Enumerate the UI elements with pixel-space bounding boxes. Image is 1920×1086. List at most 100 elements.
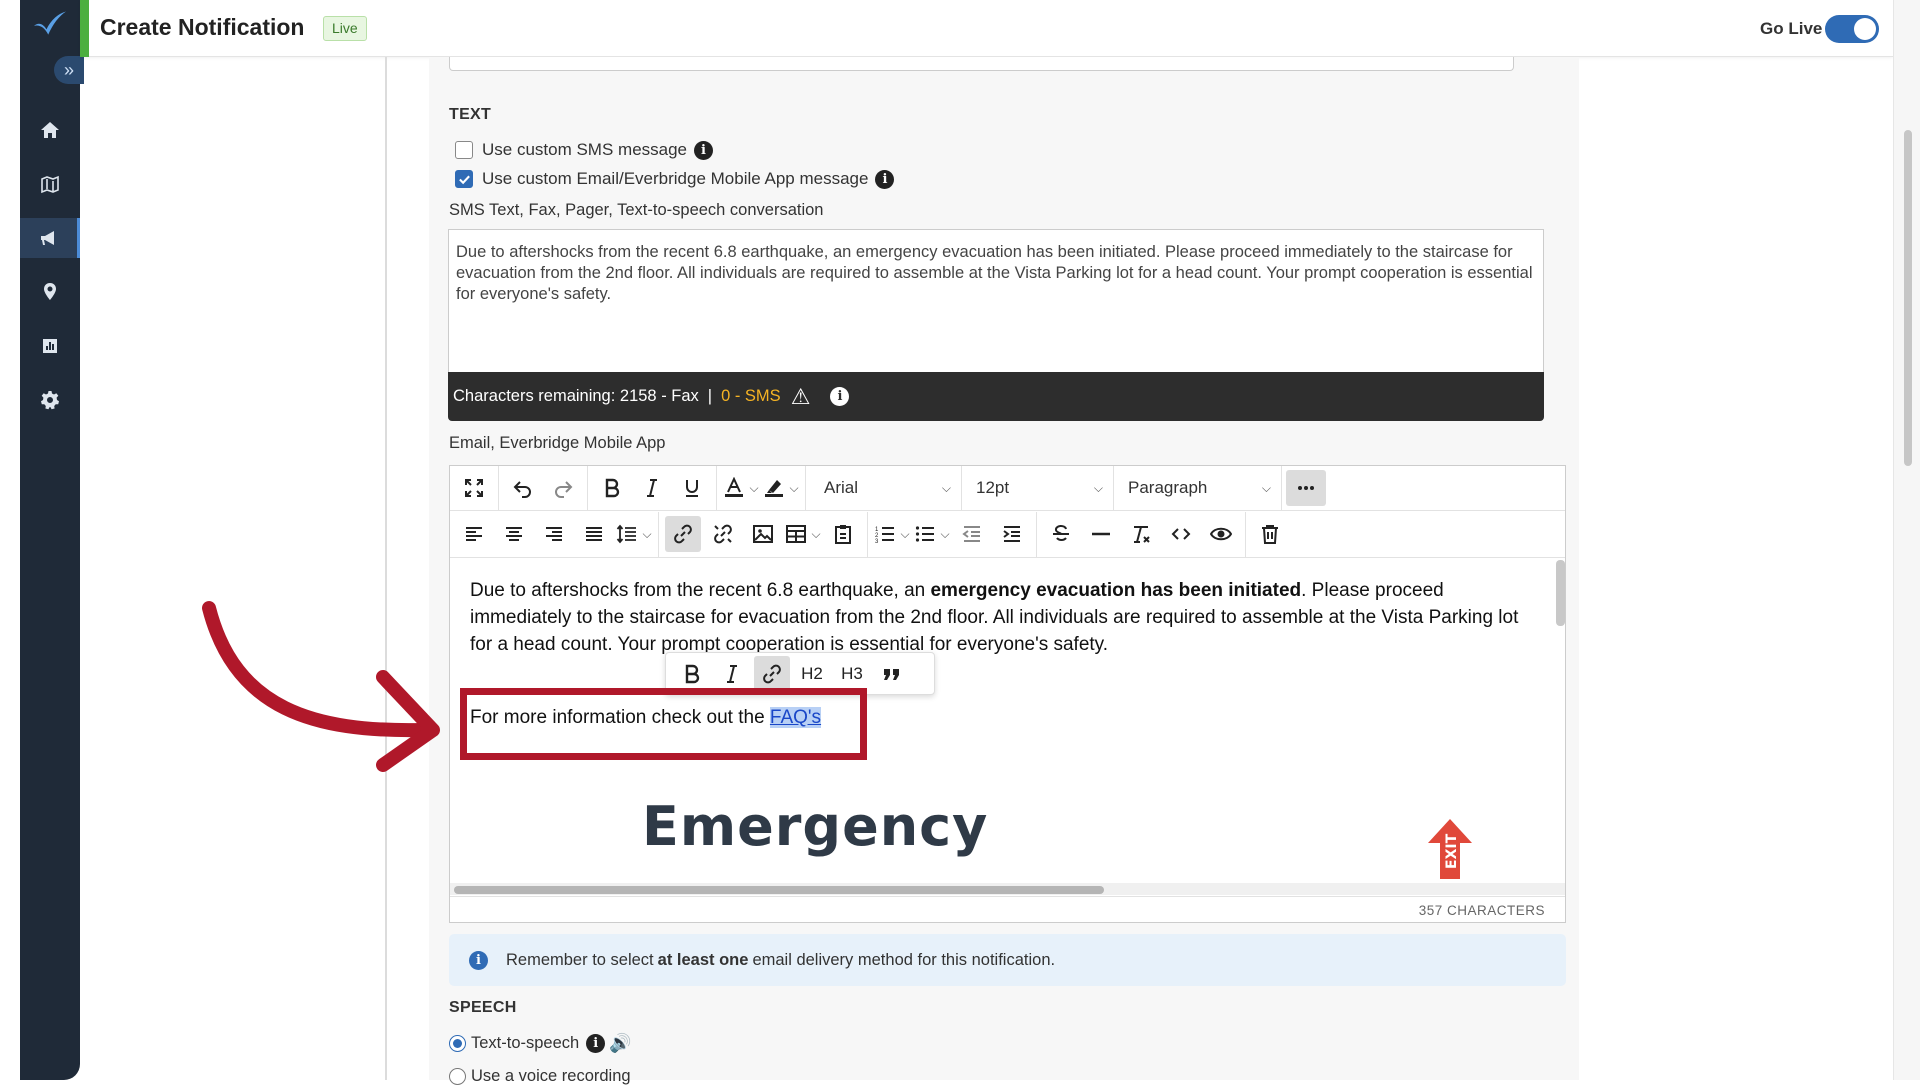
custom-email-checkbox[interactable] [455,170,473,188]
delete-button[interactable] [1252,516,1288,552]
source-code-button[interactable] [1163,516,1199,552]
clear-formatting-button[interactable] [1123,516,1159,552]
chevron-down-icon[interactable]: ⌵ [749,481,758,496]
custom-sms-checkbox[interactable] [455,141,473,159]
sidebar-item-locations[interactable] [20,272,80,312]
character-count-bar: Characters remaining: 2158 - Fax | 0 - S… [448,372,1544,421]
bold-icon [605,478,620,498]
preview-button[interactable] [1203,516,1239,552]
insert-image-button[interactable] [745,516,781,552]
italic-button[interactable] [634,470,670,506]
align-right-button[interactable] [536,516,572,552]
info-icon[interactable]: i [694,140,714,160]
numbered-list-button[interactable]: 123 ⌵ [874,516,910,552]
info-icon[interactable]: i [875,169,895,189]
block-format-select[interactable]: Paragraph ⌵ [1114,465,1282,511]
toolbar-separator [498,465,499,511]
fullscreen-button[interactable] [456,470,492,506]
previous-field-bottom[interactable] [449,57,1514,71]
chevron-down-icon[interactable]: ⌵ [811,527,820,542]
info-icon[interactable]: i [586,1034,606,1053]
chevron-down-icon[interactable]: ⌵ [642,527,651,542]
notice-bold-text: at least one [657,950,749,969]
sidebar-item-home[interactable] [20,110,80,150]
go-live-toggle[interactable] [1825,15,1879,43]
unlink-button[interactable] [705,516,741,552]
info-icon[interactable]: i [830,387,850,406]
outdent-button[interactable] [954,516,990,552]
page-scrollbar-thumb[interactable] [1904,130,1912,466]
quick-link-button[interactable] [754,655,790,692]
exit-sign-text: EXIT [1444,833,1460,869]
chevron-down-icon: ⌵ [1093,480,1103,495]
quick-h2-button[interactable]: H2 [794,656,830,692]
text-to-speech-option[interactable]: Text-to-speech i 🔊 [449,1033,632,1054]
font-size-value: 12pt [976,478,1010,497]
sidebar-item-notifications[interactable] [20,218,80,258]
editor-horizontal-scrollbar[interactable] [454,886,1104,894]
strikethrough-icon [1053,524,1069,541]
location-pin-icon [44,283,56,300]
bold-button[interactable] [594,470,630,506]
justify-button[interactable] [576,516,612,552]
custom-email-option[interactable]: Use custom Email/Everbridge Mobile App m… [455,169,895,189]
svg-text:3: 3 [875,539,879,545]
chevron-down-icon[interactable]: ⌵ [789,481,798,496]
info-icon: i [469,950,488,970]
email-editor-label: Email, Everbridge Mobile App [449,434,666,452]
expand-sidebar-button[interactable]: » [54,56,84,84]
quick-bold-button[interactable] [674,656,710,692]
text-to-speech-radio[interactable] [449,1035,466,1052]
paragraph-text: Due to aftershocks from the recent 6.8 e… [470,580,931,601]
bold-icon [685,664,700,683]
quick-blockquote-button[interactable] [874,656,910,692]
toolbar-separator [658,511,659,557]
quick-italic-button[interactable] [714,656,750,692]
toolbar-separator [716,465,717,511]
gear-icon [41,391,59,410]
voice-recording-radio[interactable] [449,1068,466,1085]
line-height-button[interactable]: ⌵ [616,516,652,552]
font-size-select[interactable]: 12pt ⌵ [962,465,1114,511]
bullet-list-button[interactable]: ⌵ [914,516,950,552]
italic-icon [647,479,657,497]
insert-link-button[interactable] [665,516,701,552]
voice-recording-option[interactable]: Use a voice recording [449,1067,631,1086]
more-options-button[interactable] [1286,470,1326,506]
chevron-down-icon: ⌵ [1261,480,1271,495]
align-left-button[interactable] [456,516,492,552]
highlighter-icon [765,480,784,497]
quick-h3-button[interactable]: H3 [834,656,870,692]
paste-button[interactable] [825,516,861,552]
chevron-down-icon[interactable]: ⌵ [940,527,949,542]
sidebar-item-settings[interactable] [20,380,80,420]
editor-vertical-scrollbar[interactable] [1556,560,1565,626]
sms-textarea[interactable]: Due to aftershocks from the recent 6.8 e… [448,229,1544,372]
numbered-list-icon: 123 [875,527,895,545]
custom-email-label: Use custom Email/Everbridge Mobile App m… [482,169,869,188]
sidebar-item-map[interactable] [20,164,80,204]
highlight-color-button[interactable]: ⌵ [763,470,799,506]
megaphone-icon [40,231,54,245]
strikethrough-button[interactable] [1043,516,1079,552]
custom-sms-option[interactable]: Use custom SMS message i [455,140,714,160]
speaker-icon[interactable]: 🔊 [609,1033,631,1054]
notice-text: email delivery method for this notificat… [752,950,1056,969]
align-center-button[interactable] [496,516,532,552]
indent-button[interactable] [994,516,1030,552]
outdent-icon [962,526,980,542]
editor-statusbar: 357 CHARACTERS [450,896,1565,923]
sidebar: » [20,0,84,1080]
redo-button[interactable] [545,470,581,506]
app-logo[interactable] [28,6,72,42]
align-right-icon [546,527,562,541]
underline-button[interactable] [674,470,710,506]
horizontal-rule-button[interactable] [1083,516,1119,552]
font-family-select[interactable]: Arial ⌵ [810,465,962,511]
text-color-button[interactable]: ⌵ [723,470,759,506]
chevron-down-icon[interactable]: ⌵ [900,527,909,542]
undo-button[interactable] [505,470,541,506]
sidebar-item-reports[interactable] [20,326,80,366]
warning-icon[interactable]: ⚠ [791,384,811,410]
insert-table-button[interactable]: ⌵ [785,516,821,552]
